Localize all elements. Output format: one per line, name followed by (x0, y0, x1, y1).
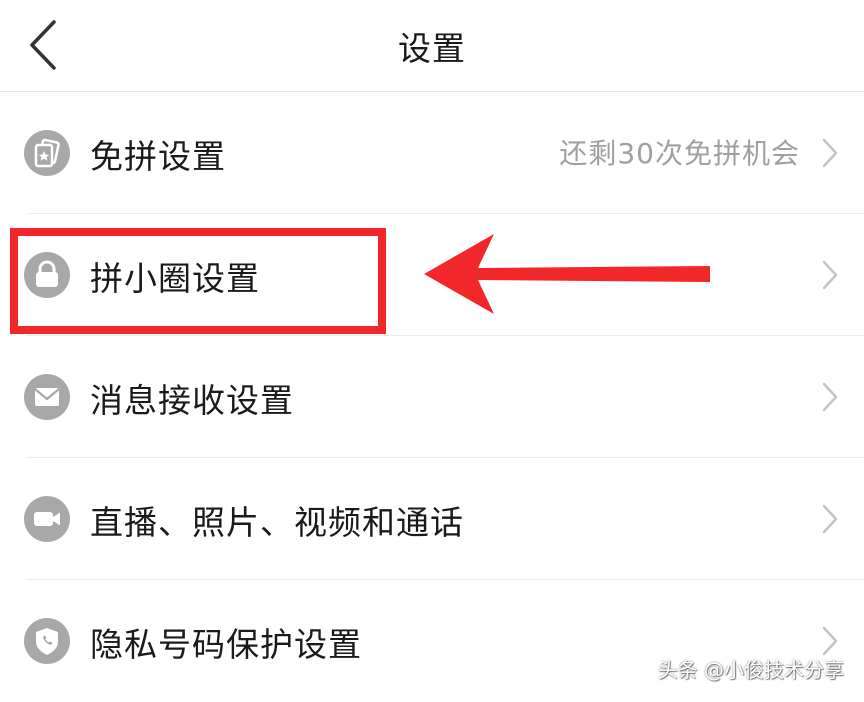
page-title: 设置 (398, 29, 466, 68)
free-group-remaining-count: 还剩30次免拼机会 (559, 137, 800, 170)
chevron-right-icon (822, 260, 838, 290)
envelope-icon (24, 374, 70, 420)
watermark: 头条 @小俊技术分享 (657, 658, 844, 682)
settings-item-message-receive[interactable]: 消息接收设置 (0, 336, 864, 458)
settings-item-group-circle[interactable]: 拼小圈设置 (0, 214, 864, 336)
settings-item-label: 消息接收设置 (90, 381, 294, 420)
settings-item-label: 免拼设置 (90, 137, 226, 176)
settings-item-live-photo-video-call[interactable]: 直播、照片、视频和通话 (0, 458, 864, 580)
lock-icon (24, 252, 70, 298)
chevron-right-icon (822, 138, 838, 168)
settings-item-label: 隐私号码保护设置 (90, 625, 362, 664)
settings-item-privacy-number[interactable]: 隐私号码保护设置 (0, 580, 864, 702)
shield-phone-icon (24, 618, 70, 664)
chevron-right-icon (822, 626, 838, 656)
settings-item-label: 直播、照片、视频和通话 (90, 503, 464, 542)
settings-item-free-group[interactable]: 免拼设置 还剩30次免拼机会 (0, 92, 864, 214)
settings-item-label: 拼小圈设置 (90, 259, 260, 298)
chevron-right-icon (822, 504, 838, 534)
free-group-card-icon (24, 130, 70, 176)
video-camera-icon (24, 496, 70, 542)
nav-header: 设置 (0, 0, 864, 92)
chevron-right-icon (822, 382, 838, 412)
